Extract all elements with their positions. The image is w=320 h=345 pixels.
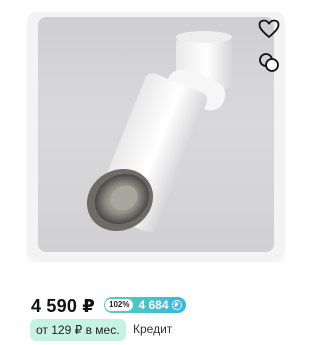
credit-link[interactable]: Кредит: [133, 322, 172, 336]
heart-icon[interactable]: [258, 19, 280, 39]
bonus-percent: 102%: [105, 299, 134, 311]
product-photo[interactable]: [38, 17, 274, 252]
product-price: 4 590 ₽: [31, 296, 95, 316]
installment-button[interactable]: от 129 ₽ в мес.: [30, 319, 126, 341]
bonus-badge[interactable]: 102% 4 684 ₽: [104, 297, 186, 313]
bonus-amount: 4 684: [138, 298, 169, 312]
bonus-coin-icon: ₽: [171, 300, 182, 310]
installment-label: от 129 ₽ в мес.: [36, 323, 120, 337]
compare-icon[interactable]: [258, 51, 280, 73]
spotlight-illustration: [86, 31, 232, 233]
